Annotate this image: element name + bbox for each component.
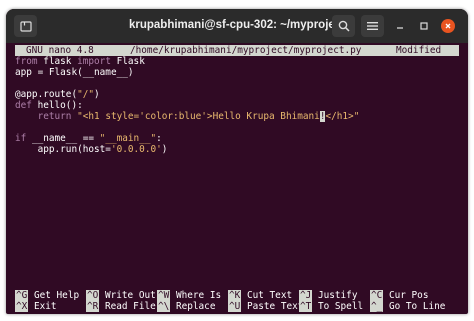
shortcut-label: Cur Pos: [388, 290, 429, 301]
file-path: /home/krupabhimani/myproject/myproject.p…: [130, 45, 362, 56]
code-text: @app.route(: [15, 89, 78, 100]
string-literal: "__main__": [99, 133, 157, 144]
shortcut-replace[interactable]: ^\ Replace: [157, 301, 215, 312]
code-text: app = Flask(__name__): [15, 67, 134, 78]
shortcut-key: ^W: [157, 290, 171, 301]
close-button[interactable]: [441, 19, 455, 33]
shortcut-label: Replace: [175, 301, 216, 312]
shortcut-read-file[interactable]: ^R Read File: [86, 301, 156, 312]
string-literal: "<h1 style='color:blue'>Hello Krupa Bhim…: [77, 111, 320, 122]
shortcut-key: ^U: [228, 301, 242, 312]
keyword: if: [15, 133, 27, 144]
code-line-5: def hello():: [15, 100, 83, 111]
code-line-4: @app.route("/"): [15, 89, 100, 100]
hamburger-menu-icon: [367, 22, 378, 30]
search-button[interactable]: [332, 15, 355, 37]
code-text: :: [156, 133, 162, 144]
terminal-area[interactable]: GNU nano 4.8 /home/krupabhimani/myprojec…: [6, 43, 468, 314]
shortcut-key: ^K: [228, 290, 242, 301]
keyword: from: [15, 56, 38, 67]
keyword: return: [37, 111, 72, 122]
shortcut-go-to-line[interactable]: ^_ Go To Line: [370, 301, 445, 312]
shortcut-cut-text[interactable]: ^K Cut Text: [228, 290, 292, 301]
shortcut-label: Read File: [104, 301, 156, 312]
shortcut-label: Write Out: [104, 290, 156, 301]
shortcut-key: ^T: [299, 301, 313, 312]
shortcut-justify[interactable]: ^J Justify: [299, 290, 357, 301]
shortcut-label: Where Is: [175, 290, 222, 301]
string-literal: "/": [77, 89, 95, 100]
maximize-icon: [420, 22, 428, 30]
code-text: hello():: [31, 100, 83, 111]
code-text: ): [161, 144, 168, 155]
nano-header-bar: GNU nano 4.8 /home/krupabhimani/myprojec…: [15, 45, 459, 56]
nano-version: GNU nano 4.8: [26, 45, 94, 56]
terminal-window: krupabhimani@sf-cpu-302: ~/myproject GNU…: [6, 9, 468, 314]
shortcut-to-spell[interactable]: ^T To Spell: [299, 301, 363, 312]
shortcut-key: ^O: [86, 290, 100, 301]
maximize-button[interactable]: [417, 19, 431, 33]
shortcut-label: Justify: [317, 290, 358, 301]
string-literal: </h1>": [325, 111, 360, 122]
shortcut-key: ^C: [370, 290, 384, 301]
title-bar: krupabhimani@sf-cpu-302: ~/myproject: [6, 9, 468, 43]
close-icon: [445, 23, 451, 29]
menu-button[interactable]: [361, 15, 384, 37]
code-line-1: from flask import Flask: [15, 56, 145, 67]
shortcut-label: Paste Text: [246, 301, 304, 312]
code-line-9: app.run(host='0.0.0.0'): [15, 144, 168, 155]
shortcut-key: ^X: [15, 301, 29, 312]
code-text: __name__ ==: [26, 133, 100, 144]
shortcut-label: Get Help: [33, 290, 80, 301]
shortcut-exit[interactable]: ^X Exit: [15, 301, 57, 312]
shortcut-key: ^\: [157, 301, 171, 312]
minimize-button[interactable]: [393, 19, 407, 33]
code-line-2: app = Flask(__name__): [15, 67, 134, 78]
shortcut-key: ^_: [370, 301, 384, 312]
code-text: flask: [37, 56, 78, 67]
shortcut-key: ^R: [86, 301, 100, 312]
code-line-6: return "<h1 style='color:blue'>Hello Kru…: [15, 111, 359, 122]
shortcut-write-out[interactable]: ^O Write Out: [86, 290, 156, 301]
code-text: app.run(host=: [15, 144, 111, 155]
shortcut-get-help[interactable]: ^G Get Help: [15, 290, 79, 301]
shortcut-label: Exit: [33, 301, 57, 312]
shortcut-paste-text[interactable]: ^U Paste Text: [228, 301, 303, 312]
shortcut-where-is[interactable]: ^W Where Is: [157, 290, 221, 301]
shortcut-cur-pos[interactable]: ^C Cur Pos: [370, 290, 428, 301]
code-line-8: if __name__ == "__main__":: [15, 133, 162, 144]
shortcut-key: ^J: [299, 290, 313, 301]
search-icon: [338, 20, 350, 32]
code-text: Flask: [110, 56, 145, 67]
keyword: def: [15, 100, 32, 111]
shortcut-key: ^G: [15, 290, 29, 301]
keyword: import: [77, 56, 111, 67]
modified-status: Modified: [396, 45, 442, 56]
shortcut-label: To Spell: [317, 301, 364, 312]
minimize-icon: [397, 27, 403, 29]
code-text: ): [94, 89, 100, 100]
shortcut-label: Cut Text: [246, 290, 293, 301]
shortcut-label: Go To Line: [388, 301, 446, 312]
string-literal: '0.0.0.0': [110, 144, 162, 155]
